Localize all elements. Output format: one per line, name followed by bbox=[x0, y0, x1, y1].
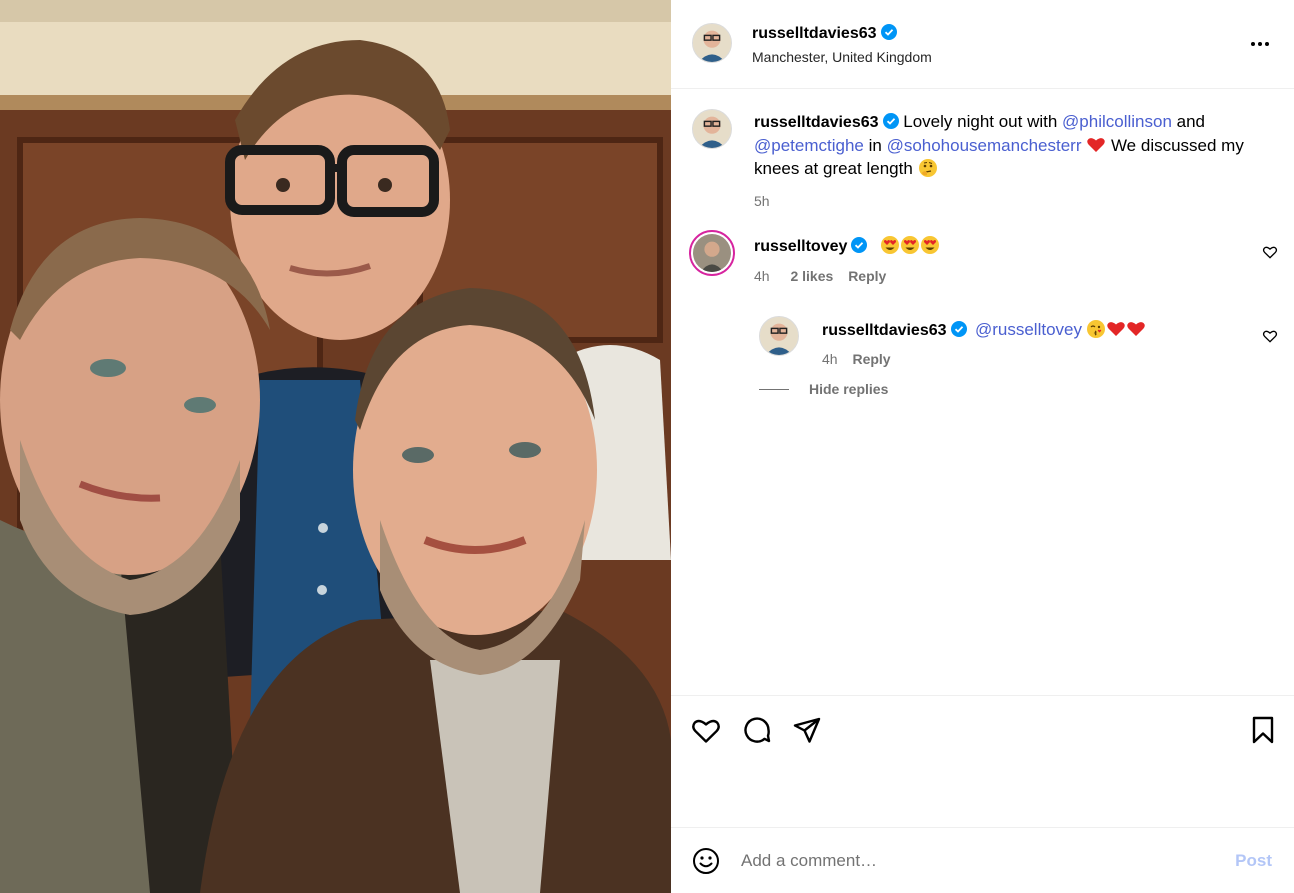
verified-badge-icon bbox=[882, 113, 899, 129]
share-icon[interactable] bbox=[791, 714, 823, 746]
caption-time: 5h bbox=[754, 193, 770, 209]
red-heart-emoji-icon bbox=[1127, 322, 1146, 336]
selfie-image bbox=[0, 0, 671, 893]
post-header: russelltdavies63 Manchester, United King… bbox=[671, 0, 1294, 89]
caption-text-part: and bbox=[1171, 112, 1205, 131]
post-comment-button[interactable]: Post bbox=[1235, 851, 1272, 871]
bookmark-icon[interactable] bbox=[1247, 714, 1279, 746]
heart-eyes-emoji-icon bbox=[920, 236, 939, 254]
commenter-avatar[interactable] bbox=[689, 230, 735, 276]
post-location[interactable]: Manchester, United Kingdom bbox=[752, 49, 932, 65]
reply-item: russelltdavies63 @russelltovey 4h Reply … bbox=[671, 315, 1294, 405]
reply-time: 4h bbox=[822, 351, 838, 367]
reply-like-icon[interactable] bbox=[1262, 328, 1278, 344]
reply-author-avatar[interactable] bbox=[759, 316, 799, 356]
author-username[interactable]: russelltdavies63 bbox=[752, 25, 877, 42]
comment-like-icon[interactable] bbox=[1262, 244, 1278, 260]
commenter-username[interactable]: russelltovey bbox=[754, 238, 847, 255]
reply-author-username[interactable]: russelltdavies63 bbox=[822, 322, 947, 339]
reply-meta: 4h Reply bbox=[822, 351, 891, 367]
post-photo[interactable] bbox=[0, 0, 671, 893]
heart-eyes-emoji-icon bbox=[880, 236, 899, 254]
reply-mention-link[interactable]: @russelltovey bbox=[975, 320, 1082, 339]
comment-likes-count[interactable]: 2 likes bbox=[790, 268, 833, 284]
reply-reply-button[interactable]: Reply bbox=[852, 351, 890, 367]
caption-author-avatar[interactable] bbox=[692, 109, 732, 149]
more-options-icon[interactable] bbox=[1248, 32, 1272, 56]
verified-badge-icon bbox=[950, 321, 967, 337]
kissing-face-emoji-icon bbox=[1087, 320, 1106, 338]
heart-icon[interactable] bbox=[690, 714, 722, 746]
comment-icon[interactable] bbox=[741, 714, 773, 746]
caption-author-username[interactable]: russelltdavies63 bbox=[754, 114, 879, 131]
verified-badge-icon bbox=[880, 24, 897, 40]
comment-input[interactable] bbox=[741, 847, 1211, 875]
comment-time: 4h bbox=[754, 268, 770, 284]
heart-eyes-emoji-icon bbox=[900, 236, 919, 254]
post-actions-bar bbox=[671, 695, 1294, 828]
caption-text-part: in bbox=[863, 136, 887, 155]
thinking-face-emoji-icon bbox=[918, 159, 937, 177]
mention-link[interactable]: @philcollinson bbox=[1062, 112, 1172, 131]
caption-text-part: Lovely night out with bbox=[903, 112, 1063, 131]
comment-meta: 4h 2 likes Reply bbox=[754, 268, 886, 284]
mention-link[interactable]: @petemctighe bbox=[754, 136, 864, 155]
comment-reply-button[interactable]: Reply bbox=[848, 268, 886, 284]
comment-item: russelltovey 4h 2 likes Reply bbox=[671, 228, 1294, 298]
verified-badge-icon bbox=[851, 237, 868, 253]
caption-text: russelltdavies63 Lovely night out with @… bbox=[754, 110, 1264, 213]
mention-link[interactable]: @sohohousemanchesterr bbox=[887, 136, 1082, 155]
hide-replies-button[interactable]: Hide replies bbox=[809, 381, 888, 397]
red-heart-emoji-icon bbox=[1087, 138, 1105, 152]
author-avatar[interactable] bbox=[692, 23, 732, 63]
add-comment-bar: Post bbox=[671, 829, 1294, 893]
post-detail-panel: russelltdavies63 Manchester, United King… bbox=[671, 0, 1294, 893]
emoji-picker-icon[interactable] bbox=[692, 847, 720, 875]
red-heart-emoji-icon bbox=[1107, 322, 1126, 336]
hide-replies-line bbox=[759, 389, 789, 390]
